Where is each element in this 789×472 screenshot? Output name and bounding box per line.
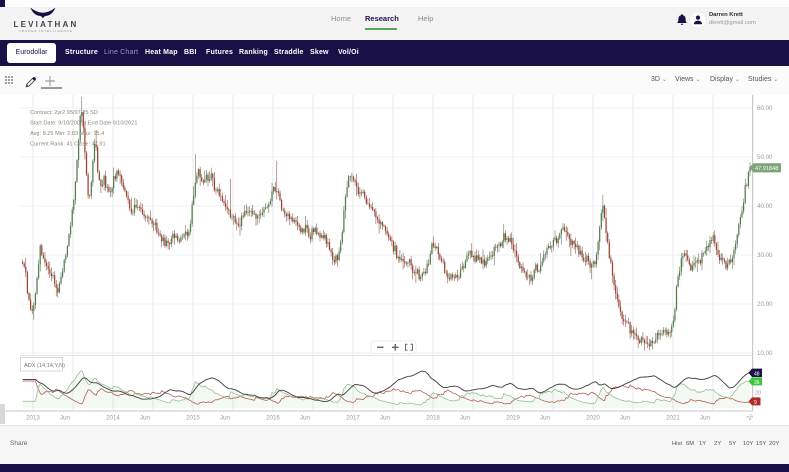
svg-text:10.00: 10.00 xyxy=(757,350,773,357)
svg-text:Jun: Jun xyxy=(140,415,151,422)
svg-text:2018: 2018 xyxy=(426,415,440,422)
svg-text:Jun: Jun xyxy=(380,415,391,422)
svg-text:40.00: 40.00 xyxy=(757,203,773,210)
svg-text:60.00: 60.00 xyxy=(757,105,773,112)
svg-text:Jun: Jun xyxy=(620,415,631,422)
svg-text:Jun: Jun xyxy=(700,415,711,422)
svg-text:48: 48 xyxy=(754,371,760,377)
svg-text:2015: 2015 xyxy=(186,415,200,422)
svg-text:9: 9 xyxy=(754,400,757,406)
svg-text:ADX (14,14,Y,N): ADX (14,14,Y,N) xyxy=(24,363,65,369)
svg-text:2013: 2013 xyxy=(26,415,40,422)
svg-text:2019: 2019 xyxy=(506,415,520,422)
svg-text:2016: 2016 xyxy=(266,415,280,422)
svg-text:20.00: 20.00 xyxy=(757,301,773,308)
svg-text:20: 20 xyxy=(755,391,761,397)
svg-text:Jun: Jun xyxy=(460,415,471,422)
svg-text:30.00: 30.00 xyxy=(757,252,773,259)
svg-text:Current Rank: 41 Close: 47.91: Current Rank: 41 Close: 47.91 xyxy=(30,142,106,148)
svg-text:Jun: Jun xyxy=(60,415,71,422)
svg-text:2020: 2020 xyxy=(586,415,600,422)
svg-text:Start Date: 9/10/2008 | End Da: Start Date: 9/10/2008 | End Date 9/10/20… xyxy=(30,121,138,127)
svg-text:2017: 2017 xyxy=(346,415,360,422)
svg-text:36: 36 xyxy=(754,380,760,386)
svg-text:47.91848: 47.91848 xyxy=(755,166,778,172)
svg-text:Jun: Jun xyxy=(220,415,231,422)
svg-text:50.00: 50.00 xyxy=(757,154,773,161)
svg-text:2c: 2c xyxy=(746,413,756,423)
svg-text:Contract: 2yr2 95/97.25 SD: Contract: 2yr2 95/97.25 SD xyxy=(30,110,98,116)
svg-text:Avg: 8.25 Min: 2.83 Max: 15.: Avg: 8.25 Min: 2.83 Max: 15.4 xyxy=(30,131,104,137)
svg-text:Jun: Jun xyxy=(300,415,311,422)
svg-text:2021: 2021 xyxy=(666,415,680,422)
svg-text:Jun: Jun xyxy=(540,415,551,422)
svg-text:2014: 2014 xyxy=(106,415,120,422)
